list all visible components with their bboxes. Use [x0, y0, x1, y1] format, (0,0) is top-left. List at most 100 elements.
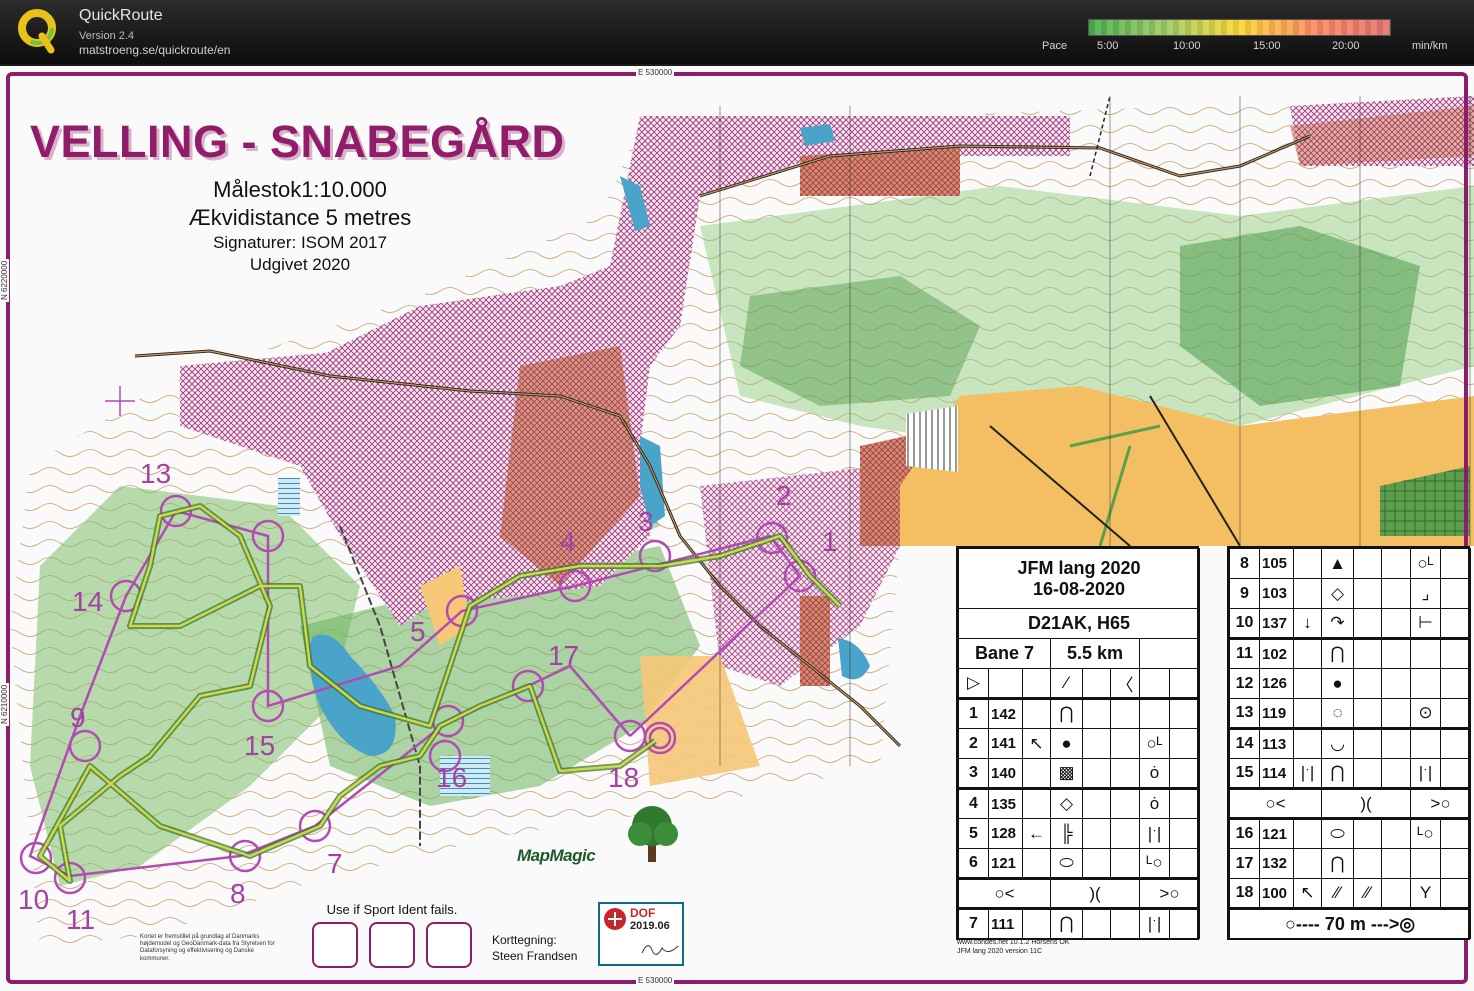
desc-cell-d: ⬭ [1050, 848, 1083, 879]
description-row: 14 113 ◡ [1229, 727, 1471, 759]
desc-cell-e [1353, 727, 1382, 759]
description-row: 15 114 |ˑ| ⋂ |ˑ| [1229, 758, 1471, 789]
desc-cell-c: ↖ [1022, 728, 1051, 759]
desc-cell-f: Y [1410, 878, 1441, 909]
coord-label-left: N 6210000 [0, 682, 9, 726]
desc-cell-code: 119 [1259, 698, 1294, 729]
desc-cell-n: 15 [1229, 758, 1260, 789]
event-title: JFM lang 2020 16-08-2020 [957, 548, 1201, 609]
control-number: 13 [140, 458, 172, 489]
desc-cell-n: 7 [958, 907, 989, 939]
desc-cell-f: ○ᴸ [1139, 728, 1170, 759]
desc-cell-e [1353, 668, 1382, 699]
app-version: Version 2.4 [79, 30, 135, 42]
title-bar: QuickRoute Version 2.4 matstroeng.se/qui… [0, 0, 1474, 64]
start-triangle-icon: ▷ [958, 668, 989, 699]
desc-cell-f: |ˑ| [1139, 907, 1170, 939]
control-number: 15 [244, 730, 276, 761]
desc-cell-d: ◡ [1321, 727, 1354, 759]
desc-cell-n: 16 [1229, 817, 1260, 849]
desc-cell-d: ◌ [1321, 698, 1354, 729]
desc-cell [1440, 668, 1471, 699]
desc-cell [1168, 697, 1201, 729]
coord-label-top: E 530000 [636, 68, 675, 77]
desc-cell-f [1410, 637, 1441, 669]
desc-cell-e [1353, 848, 1382, 879]
pace-tick: 10:00 [1173, 40, 1201, 52]
desc-cell-n: 17 [1229, 848, 1260, 879]
desc-cell-d: ⋂ [1321, 637, 1354, 669]
desc-cell-code: 113 [1259, 727, 1294, 759]
desc-cell-c [1293, 578, 1322, 609]
desc-cell-n: 18 [1229, 878, 1260, 909]
pace-tick: 20:00 [1332, 40, 1360, 52]
desc-cell-e [1353, 698, 1382, 729]
quickroute-logo-icon [18, 9, 56, 54]
class-name: D21AK, H65 [957, 608, 1201, 639]
desc-cell-f: |ˑ| [1139, 818, 1170, 849]
desc-cell-e [1353, 758, 1382, 789]
description-row: 7 111 ⋂ |ˑ| [958, 907, 1201, 939]
desc-cell-code: 100 [1259, 878, 1294, 909]
desc-cell-f [1410, 848, 1441, 879]
desc-cell-e [1082, 758, 1111, 789]
desc-cell-e [1353, 578, 1382, 609]
desc-cell-f: |ˑ| [1410, 758, 1441, 789]
desc-cell-d: ▩ [1050, 758, 1083, 789]
marked-route-icon: >○ [1138, 877, 1201, 909]
desc-cell-n: 10 [1229, 608, 1260, 639]
desc-cell-d: ▲ [1321, 548, 1354, 579]
desc-cell-n: 12 [1229, 668, 1260, 699]
mapmagic-logo: MapMagic [517, 846, 596, 865]
desc-cell-c [1022, 907, 1051, 939]
desc-cell [1110, 697, 1140, 729]
desc-cell-d: ⋂ [1321, 848, 1354, 879]
punch-box [312, 922, 358, 968]
desc-cell-c: |ˑ| [1293, 758, 1322, 789]
desc-cell-d: ● [1050, 728, 1083, 759]
desc-cell [1440, 637, 1471, 669]
dof-version: 2019.06 [630, 920, 670, 932]
control-number: 11 [66, 904, 96, 935]
desc-cell-n: 9 [1229, 578, 1260, 609]
desc-cell [1440, 608, 1471, 639]
desc-cell-code: 121 [1259, 817, 1294, 849]
desc-cell-c [1293, 637, 1322, 669]
description-row: 16 121 ⬭ ᴸ○ [1229, 817, 1471, 849]
control-number: 16 [436, 762, 468, 793]
desc-cell-n: 3 [958, 758, 989, 789]
desc-cell [1381, 817, 1411, 849]
desc-cell-f: ⊙ [1410, 698, 1441, 729]
desc-cell-c [1293, 698, 1322, 729]
map-contour-interval: Ækvidistance 5 metres [188, 205, 412, 230]
desc-cell-code: 103 [1259, 578, 1294, 609]
desc-cell-e: ⁄⁄ [1353, 878, 1382, 909]
mapper: Korttegning: Steen Frandsen [492, 933, 577, 964]
desc-cell-d: ⁄⁄ [1321, 878, 1354, 909]
pace-color-scale [1088, 19, 1391, 36]
desc-cell [1168, 848, 1201, 879]
course-name: Bane 7 [958, 638, 1051, 669]
desc-cell-code: 137 [1259, 608, 1294, 639]
map-published: Udgivet 2020 [249, 255, 351, 274]
control-number: 10 [18, 884, 50, 915]
desc-cell-c [1293, 817, 1322, 849]
map-info: Målestok1:10.000 Ækvidistance 5 metres S… [150, 179, 450, 274]
dof-stamp: DOF 2019.06 [598, 902, 684, 966]
desc-cell-f: ⊢ [1410, 608, 1441, 639]
app-url[interactable]: matstroeng.se/quickroute/en [79, 43, 230, 57]
desc-cell [1440, 848, 1471, 879]
pace-label: Pace [1042, 40, 1068, 52]
description-row: 10 137 ↓ ↷ ⊢ [1229, 608, 1471, 639]
desc-cell-d: ↷ [1321, 608, 1354, 639]
desc-cell-c [1022, 848, 1051, 879]
control-number: 1 [822, 526, 838, 557]
map-symbol-set: Signaturer: ISOM 2017 [213, 233, 387, 252]
desc-cell [1110, 758, 1140, 789]
map-canvas[interactable]: VELLING - SNABEGÅRD Målestok1:10.000 Ækv… [0, 66, 1474, 991]
desc-cell [1110, 907, 1140, 939]
desc-cell-e [1353, 548, 1382, 579]
pace-unit: min/km [1412, 40, 1448, 52]
pace-tick: 5:00 [1097, 40, 1119, 52]
punch-box [426, 922, 472, 968]
